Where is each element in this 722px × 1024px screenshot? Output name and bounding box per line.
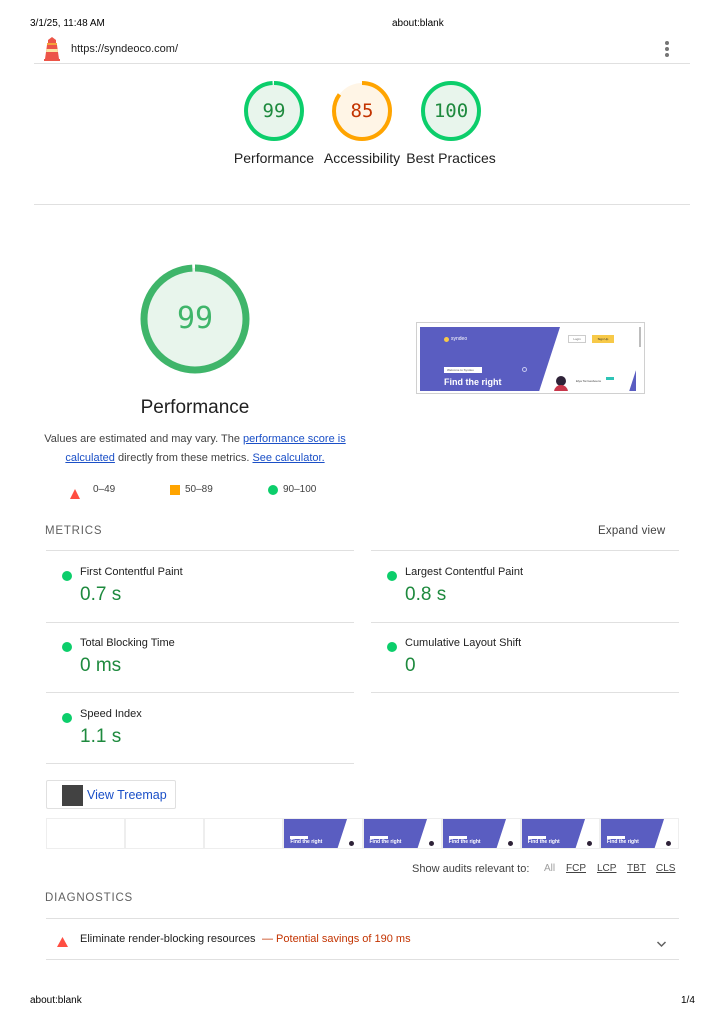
- print-datetime: 3/1/25, 11:48 AM: [30, 18, 105, 29]
- filmstrip-frame: Find the right: [599, 818, 679, 849]
- screenshot-hero: syndeo Login Sign Up Welcome to Syndeo F…: [420, 327, 636, 391]
- see-calculator-link[interactable]: See calculator.: [252, 452, 324, 464]
- filmstrip-frame: Find the right: [441, 818, 521, 849]
- audit-render-blocking-title[interactable]: Eliminate render-blocking resources: [80, 933, 255, 945]
- legend-fail: 0–49: [93, 484, 116, 495]
- metric-divider: [46, 763, 354, 764]
- gauge-best-practices[interactable]: 100: [421, 81, 481, 141]
- gauge-label[interactable]: Best Practices: [396, 149, 506, 168]
- filter-tbt[interactable]: TBT: [627, 863, 646, 874]
- metric-value-si: 1.1 s: [80, 726, 122, 747]
- description-text: directly from these metrics.: [114, 452, 253, 464]
- lighthouse-icon: [43, 37, 61, 61]
- audit-filter-label: Show audits relevant to:: [412, 863, 530, 875]
- screenshot-badge: Welcome to Syndeo: [444, 367, 482, 373]
- view-treemap-label: View Treemap: [87, 788, 167, 802]
- legend-pass: 90–100: [283, 484, 317, 495]
- metric-value-fcp: 0.7 s: [80, 584, 122, 605]
- pass-circle-icon: [62, 642, 72, 652]
- performance-title: Performance: [140, 397, 250, 418]
- screenshot-brand: syndeo: [451, 336, 468, 342]
- filter-fcp[interactable]: FCP: [566, 863, 586, 874]
- print-page-number: 1/4: [681, 995, 695, 1006]
- frame-heading: Find the right: [606, 839, 639, 845]
- audit-render-blocking-savings: — Potential savings of 190 ms: [262, 933, 411, 945]
- metric-label-si: Speed Index: [80, 708, 142, 720]
- frame-heading: Find the right: [369, 839, 402, 845]
- performance-score: 99: [176, 301, 214, 336]
- screenshot-tag: [606, 377, 614, 380]
- filmstrip-frame: [204, 818, 284, 849]
- filmstrip: Find the right Find the right Find the r…: [46, 818, 679, 849]
- kebab-menu-icon[interactable]: [663, 41, 671, 59]
- fail-triangle-icon: [57, 934, 68, 947]
- performance-description: Values are estimated and may vary. The p…: [44, 430, 346, 468]
- diagnostics-divider: [46, 918, 679, 919]
- expand-view-toggle[interactable]: Expand view: [598, 525, 665, 537]
- diagnostics-divider: [46, 959, 679, 960]
- print-title: about:blank: [392, 18, 444, 29]
- frame-heading: Find the right: [290, 839, 323, 845]
- filmstrip-frame: Find the right: [520, 818, 600, 849]
- frame-heading: Find the right: [448, 839, 481, 845]
- pass-circle-icon: [62, 713, 72, 723]
- treemap-icon: [62, 785, 83, 806]
- metric-divider: [46, 692, 354, 693]
- gauge-performance[interactable]: 99: [244, 81, 304, 141]
- filmstrip-frame: [125, 818, 205, 849]
- screenshot-decoration: [522, 367, 527, 372]
- screenshot-avatar: [550, 373, 572, 391]
- pass-circle-icon: [62, 571, 72, 581]
- screenshot-signup: Sign Up: [592, 335, 614, 343]
- print-footer-url: about:blank: [30, 995, 82, 1006]
- screenshot-card-name: Elya Tai Gesboens: [576, 379, 601, 383]
- metric-value-tbt: 0 ms: [80, 655, 122, 676]
- metric-divider: [46, 550, 354, 551]
- filmstrip-frame: Find the right: [362, 818, 442, 849]
- chevron-down-icon[interactable]: [656, 935, 667, 948]
- pass-circle-icon: [387, 571, 397, 581]
- final-screenshot[interactable]: syndeo Login Sign Up Welcome to Syndeo F…: [416, 322, 645, 394]
- gauge-score: 100: [433, 100, 469, 122]
- topbar-divider: [34, 63, 690, 64]
- legend-average: 50–89: [185, 484, 213, 495]
- gauges-divider: [34, 204, 690, 205]
- brand-dot-icon: [444, 337, 449, 342]
- metric-divider: [371, 692, 679, 693]
- metrics-title: METRICS: [45, 525, 103, 537]
- metric-value-cls: 0: [405, 655, 416, 676]
- page-url: https://syndeoco.com/: [71, 43, 178, 55]
- pass-circle-icon: [387, 642, 397, 652]
- average-square-icon: [170, 485, 180, 495]
- metric-divider: [371, 550, 679, 551]
- gauge-score: 99: [262, 100, 286, 122]
- screenshot-scrollbar: [639, 327, 641, 347]
- metric-value-lcp: 0.8 s: [405, 584, 447, 605]
- frame-heading: Find the right: [527, 839, 560, 845]
- metric-label-tbt: Total Blocking Time: [80, 637, 175, 649]
- metric-divider: [46, 622, 354, 623]
- screenshot-login: Login: [568, 335, 586, 343]
- view-treemap-button[interactable]: View Treemap: [46, 780, 176, 809]
- screenshot-headline: Find the right: [444, 377, 502, 387]
- filmstrip-frame: Find the right: [283, 818, 363, 849]
- filter-cls[interactable]: CLS: [656, 863, 675, 874]
- metric-label-fcp: First Contentful Paint: [80, 566, 183, 578]
- gauge-accessibility[interactable]: 85: [332, 81, 392, 141]
- pass-circle-icon: [268, 485, 278, 495]
- fail-triangle-icon: [70, 486, 80, 499]
- metric-label-lcp: Largest Contentful Paint: [405, 566, 524, 578]
- filter-all[interactable]: All: [544, 863, 555, 874]
- filmstrip-frame: [46, 818, 126, 849]
- description-text: Values are estimated and may vary. The: [44, 433, 243, 445]
- filter-lcp[interactable]: LCP: [597, 863, 616, 874]
- diagnostics-title: DIAGNOSTICS: [45, 892, 134, 904]
- metric-label-cls: Cumulative Layout Shift: [405, 637, 522, 649]
- metric-divider: [371, 622, 679, 623]
- gauge-score: 85: [350, 100, 374, 122]
